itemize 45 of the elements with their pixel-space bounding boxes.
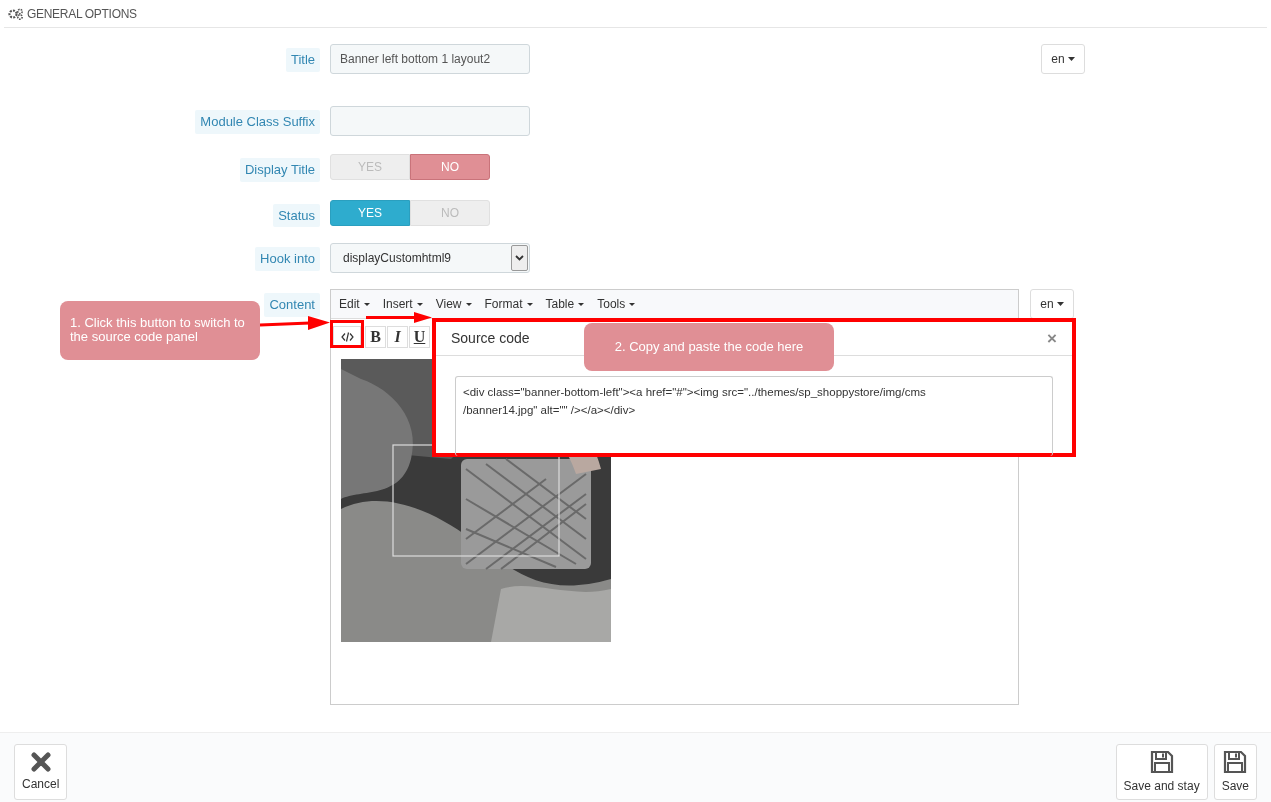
- caret-icon: [465, 302, 472, 306]
- text-field[interactable]: [330, 106, 530, 136]
- text-field[interactable]: Banner left bottom 1 layout2: [330, 44, 530, 74]
- arrow: [366, 312, 432, 323]
- section-title: GENERAL OPTIONS: [27, 5, 137, 23]
- highlight-frame: [330, 320, 364, 348]
- field-label: Status: [273, 203, 320, 227]
- field-label: Content: [264, 293, 320, 317]
- menu-item[interactable]: Insert: [382, 295, 423, 313]
- caret-icon: [1067, 57, 1075, 61]
- chevron-down-icon: [515, 255, 524, 261]
- format-button[interactable]: I: [387, 326, 408, 348]
- menu-item[interactable]: Table: [545, 295, 585, 313]
- dialog-title: Source code: [451, 329, 530, 348]
- save-button[interactable]: Save and stay: [1115, 744, 1208, 800]
- menu-item[interactable]: View: [435, 295, 472, 313]
- code-icon: [340, 332, 354, 342]
- hook-select[interactable]: displayCustomhtml9: [330, 243, 530, 273]
- field-label: Display Title: [239, 158, 320, 182]
- language-dropdown[interactable]: en: [1030, 289, 1074, 319]
- close-button[interactable]: ×: [1047, 325, 1057, 352]
- menu-item[interactable]: Format: [484, 295, 533, 313]
- caret-icon: [629, 302, 636, 306]
- save-button[interactable]: Save: [1213, 744, 1257, 800]
- caret-icon: [578, 302, 585, 306]
- field-label: Module Class Suffix: [195, 110, 320, 134]
- field-label: Title: [285, 48, 320, 72]
- code-textarea[interactable]: <div class="banner-bottom-left"><a href="#"><img src="../themes/sp_shoppystore/img/cms /banner14.jpg" alt="" /></a></div>: [455, 376, 1053, 456]
- callout: 1. Click this button to switch to the source code panel: [60, 301, 260, 360]
- callout: 2. Copy and paste the code here: [584, 323, 834, 371]
- caret-icon: [363, 302, 370, 306]
- caret-icon: [526, 302, 533, 306]
- cancel-button[interactable]: Cancel: [14, 744, 68, 800]
- field-label: Hook into: [255, 247, 320, 271]
- menu-item[interactable]: Edit: [339, 295, 370, 313]
- caret-icon: [1056, 302, 1064, 306]
- format-button[interactable]: B: [365, 326, 386, 348]
- gears-icon: [8, 7, 24, 20]
- language-dropdown[interactable]: en: [1041, 44, 1085, 74]
- source-code-button[interactable]: [333, 326, 361, 348]
- arrow: [260, 315, 330, 331]
- menu-item[interactable]: Tools: [597, 295, 636, 313]
- caret-icon: [416, 302, 423, 306]
- format-button[interactable]: U: [409, 326, 430, 348]
- close-icon: [30, 751, 51, 772]
